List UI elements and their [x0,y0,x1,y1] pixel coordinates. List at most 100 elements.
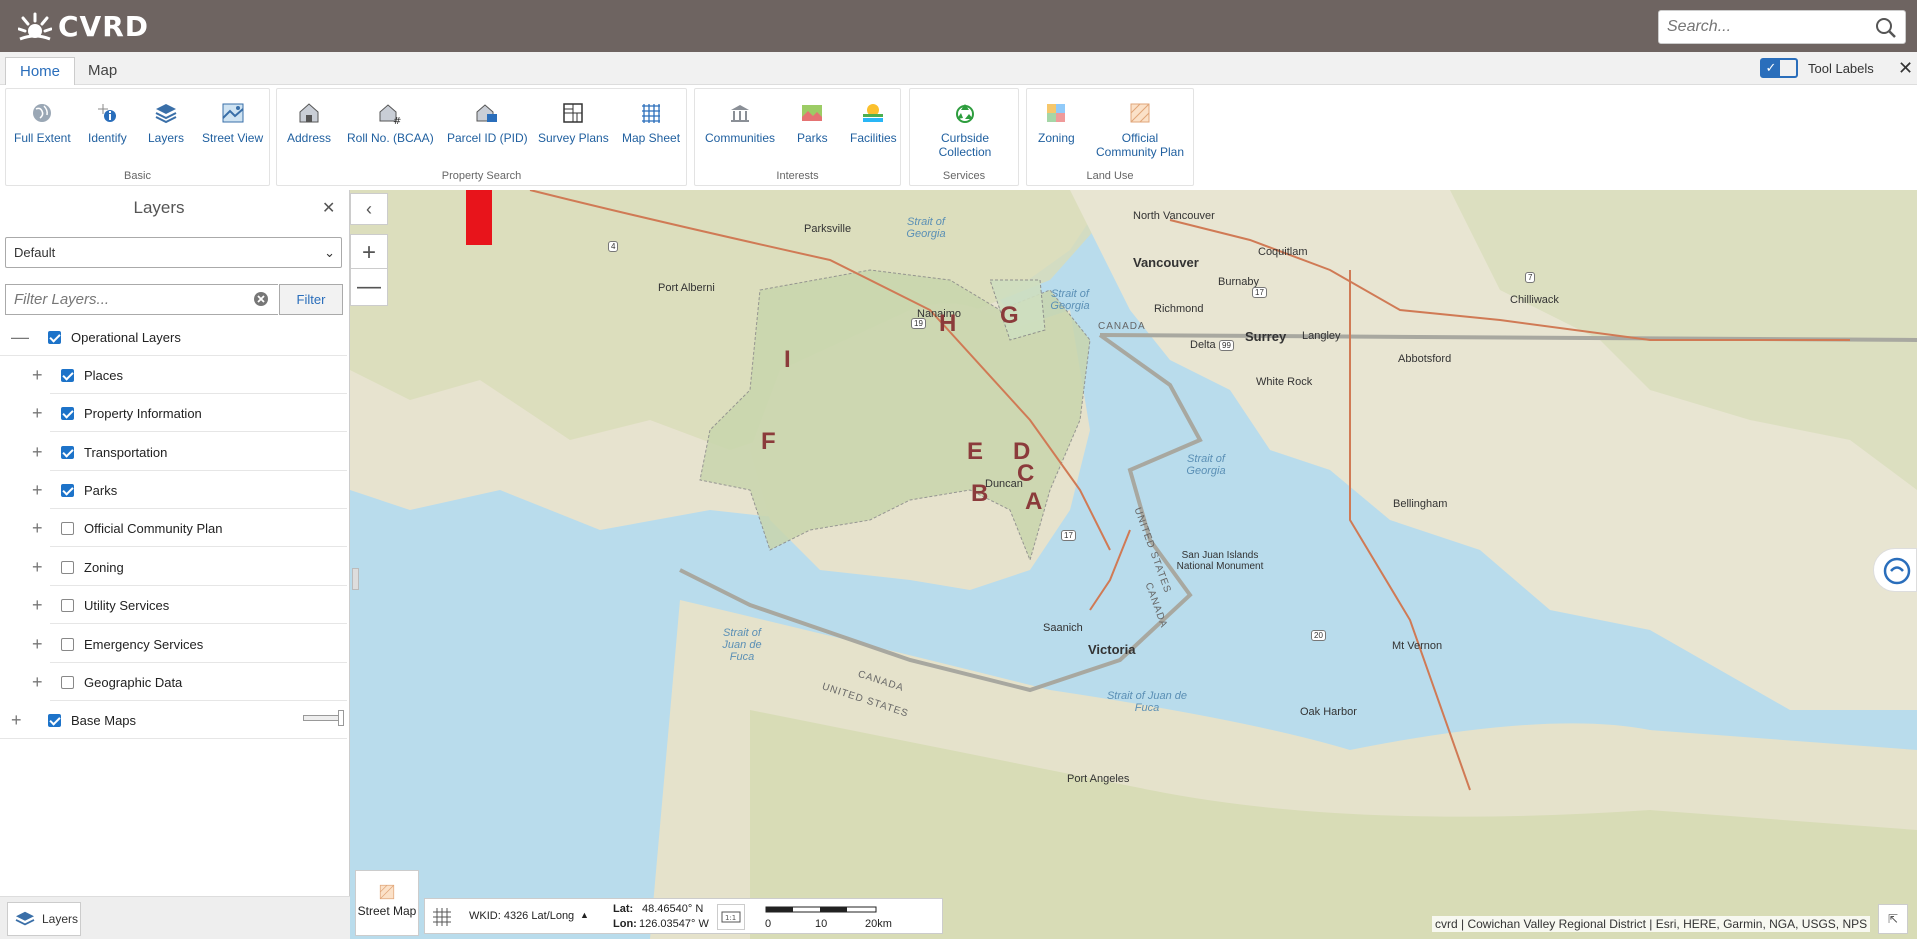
search-icon[interactable] [1875,17,1897,39]
parks-button[interactable]: Parks [797,101,828,145]
layers-button[interactable]: Layers [148,101,184,145]
layer-item-places: + Places [32,356,347,394]
panel-resize-handle[interactable] [352,568,359,590]
close-ribbon-icon[interactable]: ✕ [1898,58,1913,79]
layer-label: Official Community Plan [84,521,223,536]
facilities-button[interactable]: Facilities [850,101,897,145]
expand-icon[interactable]: + [32,518,43,539]
curbside-collection-button[interactable]: Curbside Collection [938,101,992,159]
collapse-attribution-button[interactable]: ⇱ [1878,904,1908,934]
parks-icon [802,105,823,121]
clear-filter-icon[interactable] [253,291,269,307]
roll-number-icon: # [379,104,402,125]
layer-checkbox[interactable] [61,638,74,651]
map-label-surrey: Surrey [1245,329,1287,344]
lon-label: Lon: [613,918,637,930]
expand-icon[interactable]: + [32,595,43,616]
filter-layers-input[interactable]: Filter Layers... [5,284,278,315]
map-label-bellingham: Bellingham [1393,498,1448,510]
layer-item-transportation: + Transportation [32,433,347,471]
address-button[interactable]: Address [287,101,331,145]
chevron-up-icon[interactable]: ▲ [580,910,589,920]
map-basemap [350,190,1917,939]
feedback-icon [1883,557,1911,585]
layer-checkbox[interactable] [61,561,74,574]
search-box[interactable] [1658,10,1906,44]
ribbon: Full Extent Identify Layers Street View … [0,85,1917,190]
basemap-switcher[interactable]: Street Map [355,870,419,936]
parcel-id-button[interactable]: Parcel ID (PID) [447,101,528,145]
layer-checkbox[interactable] [61,446,74,459]
map-view[interactable]: Parksville Port Alberni Nanaimo North Va… [350,190,1917,939]
zoom-in-button[interactable]: + [350,234,388,272]
scale-tick-0: 0 [765,918,772,930]
expand-icon[interactable]: + [32,557,43,578]
expand-icon[interactable]: + [32,403,43,424]
highway-shield-20: 20 [1311,630,1326,641]
layer-checkbox[interactable] [61,369,74,382]
tab-home[interactable]: Home [5,57,76,86]
layer-checkbox[interactable] [48,714,61,727]
expand-icon[interactable]: + [32,480,43,501]
scale-bar-graphic [765,906,877,913]
layer-checkbox[interactable] [61,599,74,612]
collapse-panel-button[interactable]: ‹ [350,193,388,225]
layer-preset-select[interactable]: Default ⌄ [5,237,342,268]
scale-toggle-button[interactable]: 1:1 [717,904,745,930]
collapse-icon[interactable]: — [11,327,29,348]
scale-tick-10: 10 [815,918,828,930]
map-label-langley: Langley [1302,330,1341,342]
map-sheet-button[interactable]: Map Sheet [622,101,680,145]
layer-checkbox[interactable] [61,484,74,497]
recycle-icon [956,104,974,123]
full-extent-button[interactable]: Full Extent [14,101,71,145]
panel-close-icon[interactable]: ✕ [322,198,335,218]
identify-button[interactable]: Identify [88,101,127,145]
map-water-strait-of-georgia-3: Strait of Georgia [1186,453,1226,477]
group-services: Curbside Collection Services [909,88,1019,186]
side-widget-button[interactable] [1873,548,1917,592]
basemap-opacity-slider[interactable] [303,710,344,726]
layer-label: Property Information [84,406,202,421]
map-water-strait-of-juan-de-fuca-2: Strait of Juan de Fuca [1106,690,1188,714]
layer-label: Parks [84,483,118,498]
panel-title: Layers [133,198,185,217]
lat-label: Lat: [613,903,634,915]
grid-coordinates-icon[interactable] [431,906,453,928]
group-property-search: Address # Roll No. (BCAA) Parcel ID (PID… [276,88,687,186]
expand-icon[interactable]: + [32,634,43,655]
layer-group-base-maps: + Base Maps [0,701,347,739]
panel-bottom-tabs: Layers [0,896,350,939]
zoning-button[interactable]: Zoning [1038,101,1075,145]
expand-icon[interactable]: + [32,365,43,386]
communities-button[interactable]: Communities [705,101,775,145]
expand-icon[interactable]: + [11,710,22,731]
street-view-icon [221,103,244,123]
map-label-mt-vernon: Mt Vernon [1392,640,1443,652]
map-label-san-juan-islands: San Juan Islands National Monument [1176,550,1264,572]
zoom-out-button[interactable]: — [350,268,388,306]
highway-shield-19: 19 [911,318,926,329]
search-input[interactable] [1667,12,1867,42]
slider-handle[interactable] [338,710,344,726]
street-view-button[interactable]: Street View [202,101,263,145]
layer-checkbox[interactable] [61,522,74,535]
tab-map[interactable]: Map [74,57,131,86]
tool-labels-toggle[interactable]: ✓ [1760,58,1798,78]
layer-checkbox[interactable] [61,676,74,689]
filter-button[interactable]: Filter [279,284,343,315]
expand-icon[interactable]: + [32,672,43,693]
wkid-selector[interactable]: WKID: 4326 Lat/Long [469,910,574,922]
survey-plans-button[interactable]: Survey Plans [538,101,609,145]
scale-bar: 0 10 20km [765,905,892,930]
official-community-plan-button[interactable]: Official Community Plan [1095,101,1185,159]
roll-number-button[interactable]: # Roll No. (BCAA) [347,101,434,145]
expand-icon[interactable]: + [32,442,43,463]
group-label-interests: Interests [776,170,819,182]
lat-value: 48.46540° N [642,903,704,915]
map-label-white-rock: White Rock [1256,376,1313,388]
layer-checkbox[interactable] [48,331,61,344]
logo[interactable]: CVRD [18,10,149,43]
layer-checkbox[interactable] [61,407,74,420]
layers-tab-button[interactable]: Layers [7,902,81,936]
